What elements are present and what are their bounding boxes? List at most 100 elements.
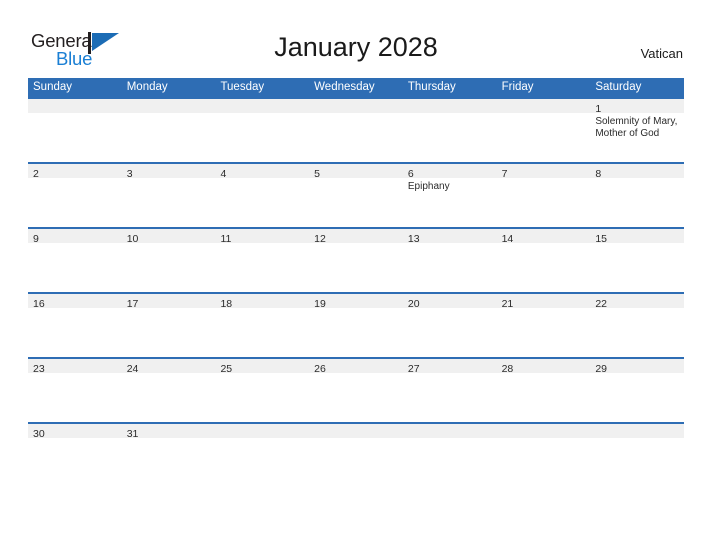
day-event (215, 113, 309, 116)
day-cell[interactable]: 15 (590, 229, 685, 292)
day-number-band: 8 (590, 164, 685, 180)
weekday-header-tuesday: Tuesday (220, 81, 265, 93)
day-cell[interactable]: 10 (121, 229, 216, 292)
day-cell[interactable]: 23 (28, 359, 122, 422)
day-cell[interactable]: 17 (121, 294, 216, 357)
day-number-band: 5 (309, 164, 403, 180)
calendar-week-row: 16 17 18 19 20 21 22 (28, 292, 685, 357)
day-number-band: 27 (402, 359, 497, 375)
day-cell[interactable]: 24 (121, 359, 216, 422)
day-number: 10 (126, 233, 139, 245)
day-number-band: 22 (590, 294, 685, 310)
calendar-week-row: 2 3 4 5 6 Epiphany 7 8 (28, 162, 685, 227)
day-cell[interactable] (309, 99, 403, 162)
day-cell[interactable]: 8 (590, 164, 685, 227)
day-cell[interactable]: 5 (309, 164, 403, 227)
day-number: 13 (407, 233, 420, 245)
day-number: 15 (595, 233, 607, 245)
day-cell[interactable] (496, 424, 591, 487)
day-number-band: 18 (215, 294, 310, 310)
day-number-band: 17 (121, 294, 216, 310)
day-cell[interactable]: 25 (215, 359, 310, 422)
day-number-band: 30 (28, 424, 122, 440)
day-number: 31 (126, 428, 139, 440)
day-cell[interactable]: 30 (28, 424, 122, 487)
region-label: Vatican (640, 46, 683, 61)
day-cell[interactable] (309, 424, 403, 487)
day-cell[interactable]: 18 (215, 294, 310, 357)
day-cell[interactable]: 6 Epiphany (402, 164, 497, 227)
day-cell[interactable]: 14 (496, 229, 591, 292)
day-cell[interactable] (215, 424, 310, 487)
day-number-band: 14 (496, 229, 591, 245)
day-number: 23 (33, 363, 45, 375)
day-cell[interactable] (402, 99, 497, 162)
calendar-week-row: 23 24 25 26 27 28 29 (28, 357, 685, 422)
day-number-band: 23 (28, 359, 122, 375)
day-number-band: 19 (309, 294, 403, 310)
day-cell[interactable]: 19 (309, 294, 403, 357)
day-cell[interactable] (590, 424, 685, 487)
day-number: 25 (220, 363, 233, 375)
day-cell[interactable]: 2 (28, 164, 122, 227)
day-cell[interactable]: 13 (402, 229, 497, 292)
day-event (497, 178, 591, 181)
day-cell[interactable] (28, 99, 122, 162)
calendar-week-row: 9 10 11 12 13 14 15 (28, 227, 685, 292)
day-number-band (496, 99, 591, 115)
day-cell[interactable]: 22 (590, 294, 685, 357)
day-number-band: 10 (121, 229, 216, 245)
day-number: 30 (33, 428, 45, 440)
day-number: 2 (33, 168, 39, 180)
day-number: 9 (33, 233, 39, 245)
day-number: 8 (595, 168, 602, 180)
day-cell[interactable] (402, 424, 497, 487)
day-number-band (402, 424, 497, 438)
day-number-band: 15 (590, 229, 685, 245)
day-event (28, 178, 122, 181)
day-cell[interactable] (215, 99, 310, 162)
day-cell[interactable]: 1 Solemnity of Mary, Mother of God (590, 99, 685, 162)
day-number-band: 24 (121, 359, 216, 375)
weekday-header-friday: Friday (501, 81, 534, 93)
day-number: 5 (314, 168, 320, 180)
day-cell[interactable]: 27 (402, 359, 497, 422)
day-cell[interactable]: 16 (28, 294, 122, 357)
day-cell[interactable]: 28 (496, 359, 591, 422)
day-number-band: 16 (28, 294, 122, 310)
day-number (309, 103, 314, 115)
day-event (28, 113, 122, 116)
day-number: 26 (314, 363, 326, 375)
day-cell[interactable]: 20 (402, 294, 497, 357)
day-number-band: 11 (215, 229, 310, 245)
weekday-header-saturday: Saturday (595, 81, 642, 93)
day-event (309, 438, 403, 441)
day-number-band: 13 (402, 229, 497, 245)
day-number: 28 (501, 363, 514, 375)
day-event (590, 178, 684, 181)
day-cell[interactable]: 11 (215, 229, 310, 292)
day-cell[interactable]: 7 (496, 164, 591, 227)
day-cell[interactable]: 26 (309, 359, 403, 422)
day-cell[interactable]: 29 (590, 359, 685, 422)
day-number: 12 (314, 233, 326, 245)
day-cell[interactable]: 21 (496, 294, 591, 357)
day-number: 24 (126, 363, 139, 375)
calendar-week-row: 1 Solemnity of Mary, Mother of God (28, 97, 685, 162)
day-number-band (309, 99, 403, 113)
page-title: January 2028 (274, 32, 438, 62)
weekday-header-sunday: Sunday (33, 81, 73, 93)
day-cell[interactable]: 3 (121, 164, 216, 227)
day-cell[interactable]: 12 (309, 229, 403, 292)
day-cell[interactable] (496, 99, 591, 162)
day-cell[interactable] (121, 99, 216, 162)
day-number (215, 428, 220, 440)
day-number: 3 (126, 168, 133, 180)
day-cell[interactable]: 4 (215, 164, 310, 227)
day-number: 17 (126, 298, 139, 310)
day-cell[interactable]: 9 (28, 229, 122, 292)
day-number-band (28, 99, 122, 113)
day-number: 27 (407, 363, 420, 375)
day-cell[interactable]: 31 (121, 424, 216, 487)
day-number (497, 103, 502, 115)
